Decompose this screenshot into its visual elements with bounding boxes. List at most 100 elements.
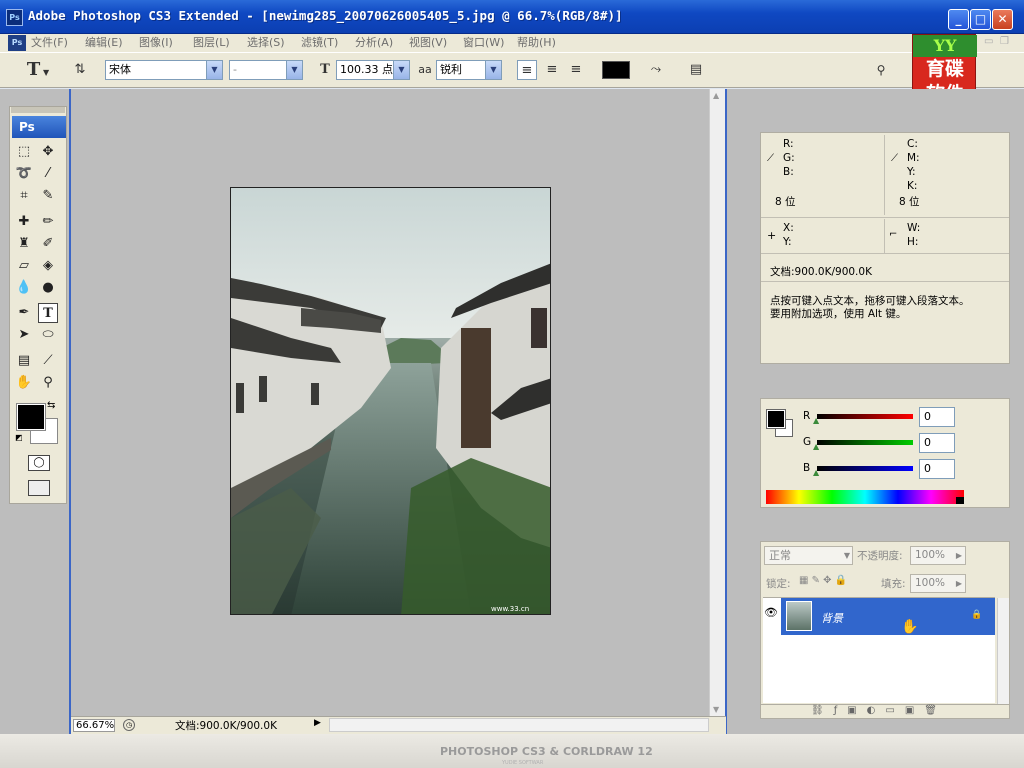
info-w-label: W: [907, 222, 921, 234]
menu-filter[interactable]: 滤镜(T) [301, 35, 338, 51]
g-slider[interactable] [817, 440, 913, 445]
info-y-coord-label: Y: [783, 236, 792, 248]
zoom-tool-icon[interactable]: ⚲ [38, 373, 58, 393]
dodge-tool-icon[interactable]: ● [38, 278, 58, 298]
app-icon[interactable]: Ps [6, 9, 23, 26]
chevron-down-icon: ▼ [393, 61, 409, 79]
default-colors-icon[interactable]: ◩ [15, 433, 23, 442]
swap-colors-icon[interactable]: ⇆ [47, 400, 55, 411]
screen-mode-icon[interactable] [28, 480, 50, 496]
marquee-tool-icon[interactable]: ⬚ [14, 142, 34, 162]
blend-mode-select[interactable]: 正常 ▼ [764, 546, 853, 565]
pen-tool-icon[interactable]: ✒ [14, 303, 34, 323]
fill-label: 填充: [881, 578, 906, 590]
menu-analysis[interactable]: 分析(A) [355, 35, 393, 51]
font-family-select[interactable]: 宋体 ▼ [105, 60, 223, 80]
eyedropper-tool-icon[interactable]: ⟋ [38, 351, 58, 371]
menu-layer[interactable]: 图层(L) [193, 35, 230, 51]
font-style-select[interactable]: - ▼ [229, 60, 303, 80]
hand-tool-icon[interactable]: ✋ [14, 373, 34, 393]
clone-stamp-tool-icon[interactable]: ♜ [14, 234, 34, 254]
clock-icon[interactable]: ◷ [123, 719, 135, 731]
info-m-label: M: [907, 152, 920, 164]
history-brush-tool-icon[interactable]: ✐ [38, 234, 58, 254]
warp-text-icon[interactable]: ⤳ [646, 60, 666, 80]
r-slider[interactable] [817, 414, 913, 419]
align-right-button[interactable]: ≡ [566, 60, 586, 80]
svg-text:www.33.cn: www.33.cn [491, 605, 529, 613]
g-value-input[interactable]: 0 [919, 433, 955, 453]
ellipse-tool-icon[interactable]: ⬭ [38, 325, 58, 345]
eye-visibility-icon[interactable]: 👁 [764, 606, 778, 619]
scroll-up-icon[interactable]: ▲ [713, 91, 719, 100]
ps-document-icon[interactable]: Ps [8, 35, 26, 51]
canvas-photo[interactable]: www.33.cn [230, 187, 551, 615]
doc-restore-icon[interactable]: ❐ [1000, 36, 1009, 47]
info-k-label: K: [907, 180, 918, 192]
brush-tool-icon[interactable]: ✏ [38, 212, 58, 232]
opacity-field[interactable]: 100% ▶ [910, 546, 966, 565]
doc-minimize-icon[interactable]: ▭ [984, 36, 993, 47]
menu-image[interactable]: 图像(I) [139, 35, 173, 51]
healing-brush-tool-icon[interactable]: ✚ [14, 212, 34, 232]
antialias-select[interactable]: 锐利 ▼ [436, 60, 502, 80]
align-left-button[interactable]: ≡ [517, 60, 537, 80]
eraser-tool-icon[interactable]: ▱ [14, 256, 34, 276]
menu-select[interactable]: 选择(S) [247, 35, 285, 51]
lasso-tool-icon[interactable]: ➰ [14, 164, 34, 184]
g-slider-handle-icon[interactable]: ▲ [813, 442, 819, 451]
spectrum-black-swatch[interactable] [956, 497, 964, 504]
color-spectrum-bar[interactable] [766, 490, 964, 504]
menu-window[interactable]: 窗口(W) [463, 35, 504, 51]
blur-tool-icon[interactable]: 💧 [14, 278, 34, 298]
b-value-input[interactable]: 0 [919, 459, 955, 479]
logo-line-1: 育碟 [925, 58, 964, 80]
character-panel-icon[interactable]: ▤ [686, 60, 706, 80]
menu-view[interactable]: 视图(V) [409, 35, 447, 51]
slice-tool-icon[interactable]: ✎ [38, 186, 58, 206]
r-slider-handle-icon[interactable]: ▲ [813, 416, 819, 425]
layers-scrollbar[interactable] [997, 598, 1009, 704]
fill-field[interactable]: 100% ▶ [910, 574, 966, 593]
magic-wand-tool-icon[interactable]: ⁄ [38, 164, 58, 184]
quick-mask-icon[interactable]: ◯ [28, 455, 50, 471]
text-orientation-icon[interactable]: ⇅ [70, 60, 90, 80]
scroll-down-icon[interactable]: ▼ [713, 705, 719, 714]
vertical-scrollbar[interactable]: ▲ ▼ [709, 89, 725, 716]
b-slider-handle-icon[interactable]: ▲ [813, 468, 819, 477]
toolbox-grip[interactable] [11, 107, 65, 113]
close-button[interactable]: ✕ [992, 9, 1013, 30]
foreground-color-swatch[interactable] [16, 403, 46, 431]
status-menu-arrow-icon[interactable]: ▶ [314, 718, 321, 728]
tool-preset-picker[interactable]: T ▼ [20, 60, 56, 80]
type-tool-icon[interactable]: T [38, 303, 58, 323]
font-size-select[interactable]: 100.33 点 ▼ [336, 60, 410, 80]
minimize-button[interactable]: _ [948, 9, 969, 30]
notes-tool-icon[interactable]: ▤ [14, 351, 34, 371]
b-slider[interactable] [817, 466, 913, 471]
align-center-button[interactable]: ≡ [542, 60, 562, 80]
path-selection-tool-icon[interactable]: ➤ [14, 325, 34, 345]
horizontal-scrollbar[interactable] [329, 718, 709, 732]
cmyk-eyedropper-icon[interactable]: ⟋ [891, 153, 898, 164]
info-hint-line-2: 要用附加选项，使用 Alt 键。 [770, 308, 907, 320]
lock-icons[interactable]: ▦ ✎ ✥ 🔒 [799, 575, 847, 586]
paint-bucket-tool-icon[interactable]: ◈ [38, 256, 58, 276]
r-value-input[interactable]: 0 [919, 407, 955, 427]
info-g-label: G: [783, 152, 795, 164]
menu-edit[interactable]: 编辑(E) [85, 35, 123, 51]
text-color-swatch[interactable] [602, 61, 630, 79]
layer-row-background[interactable]: 背景 🔒 [781, 598, 995, 635]
toolbox-header[interactable]: Ps [12, 116, 66, 138]
layer-name: 背景 [821, 612, 843, 625]
move-tool-icon[interactable]: ✥ [38, 142, 58, 162]
menu-help[interactable]: 帮助(H) [517, 35, 556, 51]
rgb-eyedropper-icon[interactable]: ⟋ [767, 153, 774, 164]
color-foreground-swatch[interactable] [766, 409, 786, 429]
bridge-icon[interactable]: ⚲ [868, 60, 894, 80]
layers-bottom-toolbar[interactable]: ⛓ƒ▣◐▭▣🗑 [761, 704, 1009, 718]
crop-tool-icon[interactable]: ⌗ [14, 186, 34, 206]
zoom-field[interactable]: 66.67% [73, 719, 115, 732]
menu-file[interactable]: 文件(F) [31, 35, 68, 51]
maximize-button[interactable]: □ [970, 9, 991, 30]
